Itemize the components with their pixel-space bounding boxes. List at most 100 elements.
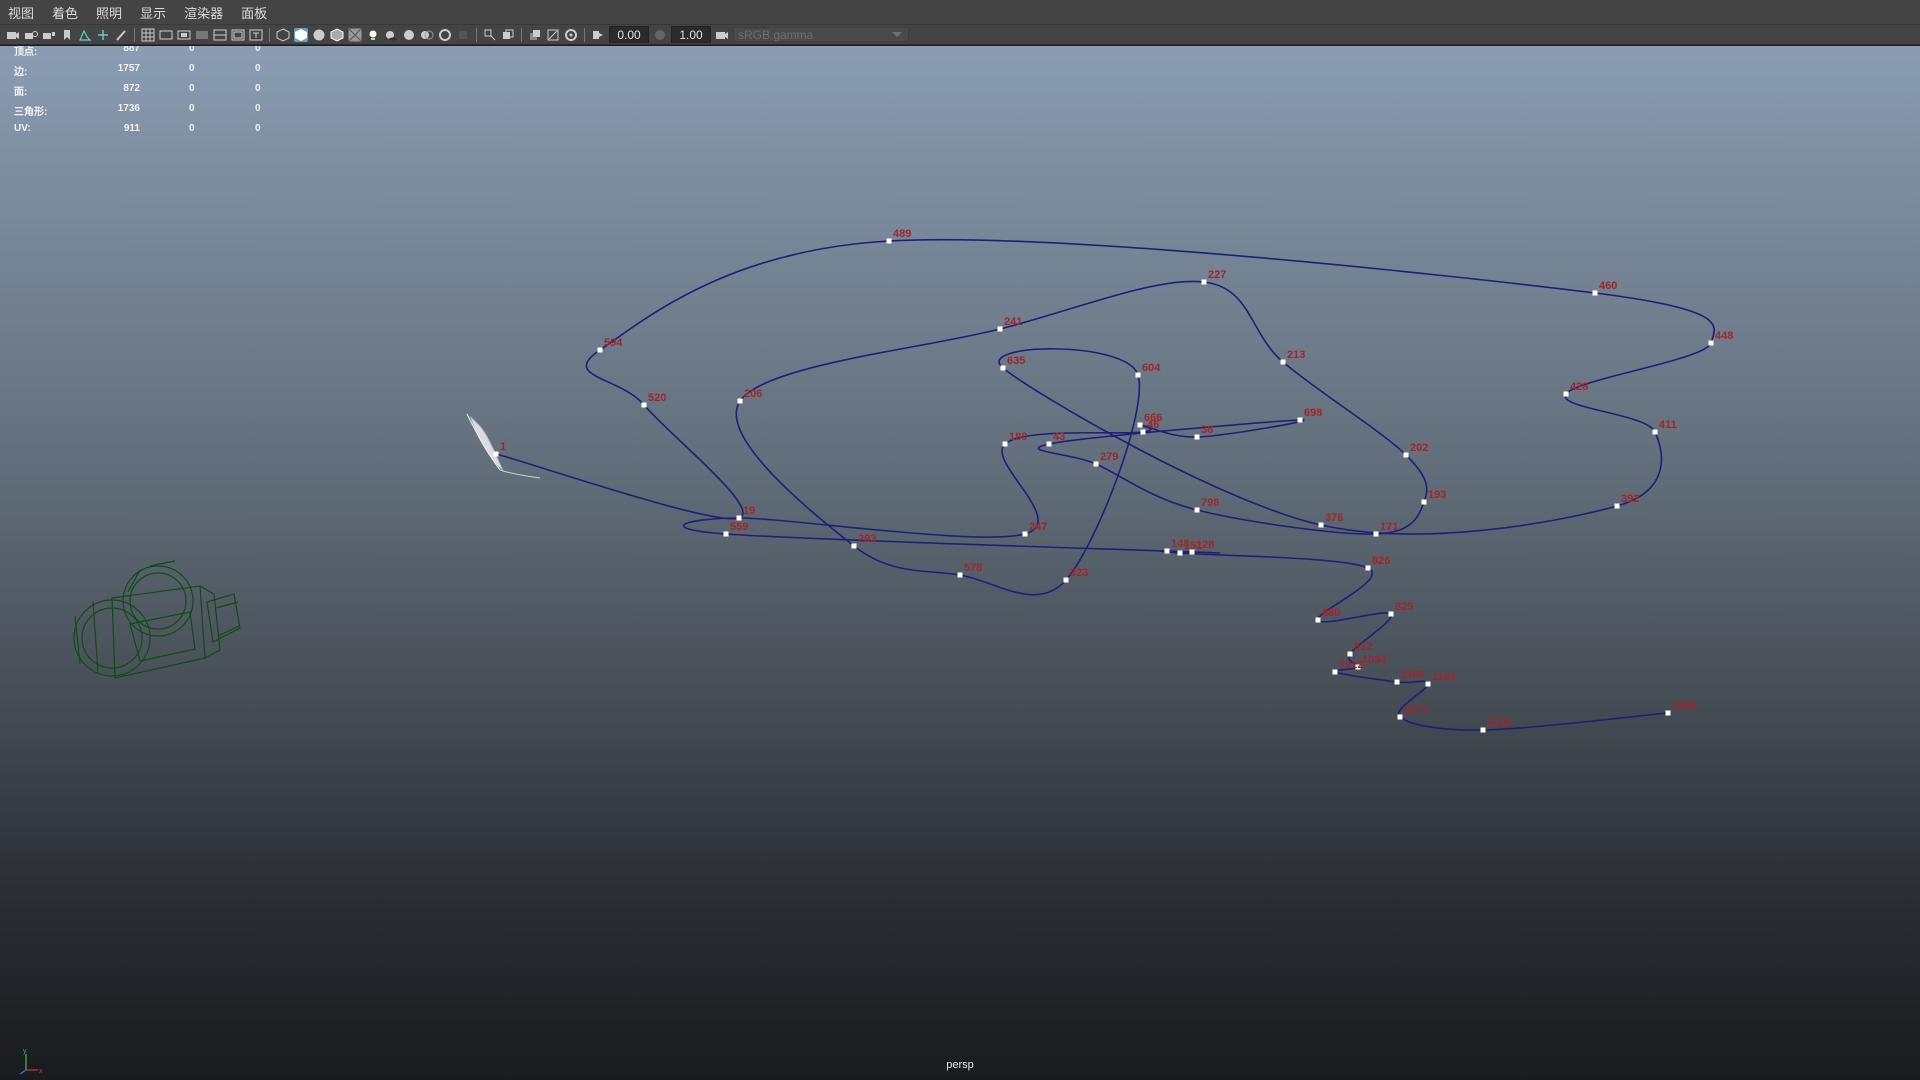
curve-point[interactable]: 247 [1022, 521, 1048, 537]
film-gate-icon[interactable] [159, 28, 173, 42]
curve-point-marker[interactable] [1373, 531, 1379, 537]
curve-point[interactable]: 578 [957, 562, 983, 578]
gamma-field[interactable]: 1.00 [671, 26, 711, 43]
curve-point-marker[interactable] [1592, 290, 1598, 296]
curve-point[interactable]: 227 [1201, 269, 1227, 285]
anti-alias-icon[interactable] [438, 28, 452, 42]
menu-item-4[interactable]: 渲染器 [175, 3, 232, 22]
curve-point[interactable]: 1 [493, 441, 507, 457]
field-chart-icon[interactable] [213, 28, 227, 42]
curve-point-marker[interactable] [957, 572, 963, 578]
default-material-icon[interactable] [312, 28, 326, 42]
exposure-icon[interactable] [564, 28, 578, 42]
gate-mask-icon[interactable] [195, 28, 209, 42]
curve-point-marker[interactable] [1332, 669, 1338, 675]
resolution-gate-icon[interactable] [177, 28, 191, 42]
curve-point-marker[interactable] [1135, 372, 1141, 378]
curve-point-marker[interactable] [1315, 617, 1321, 623]
curve-point[interactable]: 323 [1063, 567, 1089, 583]
curve-point-marker[interactable] [597, 347, 603, 353]
curve-point[interactable]: 376 [1318, 512, 1344, 528]
use-lights-icon[interactable] [366, 28, 380, 42]
motion-path-curve[interactable] [495, 238, 1715, 731]
motion-blur-icon[interactable] [420, 28, 434, 42]
camera-icon[interactable] [6, 28, 20, 42]
curve-point-marker[interactable] [1365, 565, 1371, 571]
color-management-icon[interactable] [653, 28, 667, 42]
curve-point-marker[interactable] [1652, 429, 1658, 435]
curve-point-marker[interactable] [1002, 441, 1008, 447]
curve-point-marker[interactable] [1347, 651, 1353, 657]
curve-point[interactable]: 1012 [1332, 659, 1364, 675]
curve-point[interactable]: 594 [597, 337, 624, 353]
curve-point-marker[interactable] [1388, 611, 1394, 617]
xray-joints-icon[interactable] [546, 28, 560, 42]
depth-of-field-icon[interactable] [456, 28, 470, 42]
curve-point[interactable]: 1163 [1425, 671, 1456, 687]
curve-point-marker[interactable] [1194, 507, 1200, 513]
curve-point-marker[interactable] [1394, 679, 1400, 685]
curve-point[interactable]: 279 [1093, 451, 1119, 467]
menu-item-5[interactable]: 面板 [232, 3, 276, 22]
curve-point[interactable]: 392 [1614, 493, 1640, 509]
curve-point-marker[interactable] [641, 402, 647, 408]
curve-point-marker[interactable] [1614, 503, 1620, 509]
curve-point[interactable]: 206 [737, 388, 763, 404]
curve-point-marker[interactable] [1318, 522, 1324, 528]
curve-point-marker[interactable] [1177, 550, 1183, 556]
curve-point[interactable]: 826 [1365, 555, 1391, 571]
curve-point[interactable]: 698 [1297, 407, 1323, 423]
xray-active-icon[interactable] [528, 28, 542, 42]
curve-point-marker[interactable] [1297, 417, 1303, 423]
menu-item-2[interactable]: 照明 [87, 3, 131, 22]
textured-icon[interactable] [348, 27, 362, 42]
bookmark-icon[interactable] [60, 28, 74, 42]
menu-item-3[interactable]: 显示 [131, 3, 175, 22]
curve-point-marker[interactable] [886, 238, 892, 244]
menu-item-0[interactable]: 视图 [0, 3, 43, 22]
curve-point-marker[interactable] [1403, 452, 1409, 458]
menu-item-1[interactable]: 着色 [43, 3, 87, 22]
curve-point-marker[interactable] [1421, 499, 1427, 505]
curve-point[interactable]: 635 [1000, 355, 1026, 371]
camera-attributes-icon[interactable] [24, 28, 38, 42]
curve-point[interactable]: 202 [1403, 442, 1429, 458]
curve-point[interactable]: 213 [1280, 349, 1306, 365]
curve-point-marker[interactable] [1194, 434, 1200, 440]
shaded-wireframe-icon[interactable] [330, 27, 344, 42]
smooth-shade-icon[interactable] [294, 27, 308, 42]
grease-pencil-icon[interactable] [114, 28, 128, 42]
wireframe-icon[interactable] [276, 27, 290, 42]
curve-point[interactable]: 428 [1563, 381, 1589, 397]
curve-point-marker[interactable] [1000, 365, 1006, 371]
gamma-icon[interactable] [591, 28, 605, 42]
curve-point[interactable]: 460 [1592, 280, 1618, 296]
curve-point-marker[interactable] [1280, 359, 1286, 365]
curve-point-marker[interactable] [1665, 710, 1671, 716]
curve-point-marker[interactable] [1563, 391, 1569, 397]
curve-point[interactable]: 1385 [1665, 700, 1697, 716]
curve-point[interactable]: 241 [997, 316, 1023, 332]
safe-title-icon[interactable] [249, 28, 263, 42]
curve-point[interactable]: 180 [1002, 431, 1028, 447]
camera-wireframe[interactable] [73, 560, 241, 679]
curve-point-marker[interactable] [1164, 548, 1170, 554]
curve-point-marker[interactable] [851, 543, 857, 549]
isolate-select-icon[interactable] [483, 28, 497, 42]
shadows-icon[interactable] [384, 28, 398, 42]
image-plane-icon[interactable] [78, 28, 92, 42]
curve-point-marker[interactable] [1022, 531, 1028, 537]
curve-point[interactable]: 798 [1194, 497, 1220, 513]
viewport-persp[interactable]: 1 19 559 520 594 489 227 460 448 428 411 392 213 202 1… [0, 46, 1920, 1080]
curve-point-marker[interactable] [997, 326, 1003, 332]
curve-point-marker[interactable] [1397, 714, 1403, 720]
curve-point[interactable]: 825 [1388, 601, 1414, 617]
curve-point-marker[interactable] [1046, 441, 1052, 447]
curve-point-marker[interactable] [1137, 422, 1143, 428]
scene-canvas[interactable]: 1195595205944892274604484284113922132021… [0, 46, 1920, 1080]
curve-point[interactable]: 604 [1135, 362, 1162, 378]
curve-point-marker[interactable] [737, 398, 743, 404]
curve-point[interactable]: 520 [641, 392, 667, 408]
curve-point-marker[interactable] [1480, 727, 1486, 733]
curve-point-marker[interactable] [1201, 279, 1207, 285]
